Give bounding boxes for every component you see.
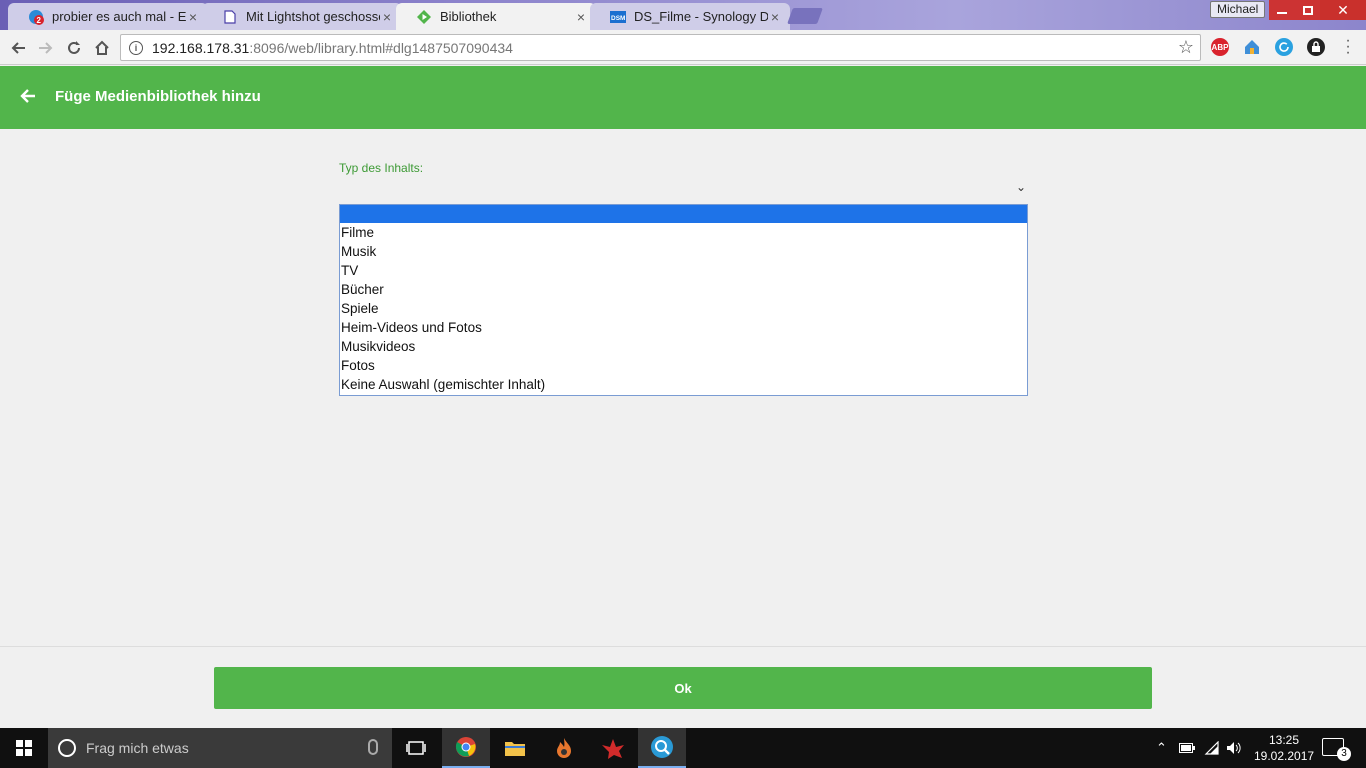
svg-text:DSM: DSM xyxy=(611,15,625,22)
content-type-options[interactable]: Filme Musik TV Bücher Spiele Heim-Videos… xyxy=(339,204,1028,396)
option-heim-videos[interactable]: Heim-Videos und Fotos xyxy=(340,318,1027,337)
start-button[interactable] xyxy=(0,728,48,768)
option-musik[interactable]: Musik xyxy=(340,242,1027,261)
maximize-button[interactable] xyxy=(1295,0,1321,20)
browser-toolbar: i 192.168.178.31:8096/web/library.html#d… xyxy=(0,30,1366,65)
lock-extension-icon[interactable] xyxy=(1307,38,1325,56)
reload-icon xyxy=(68,41,80,54)
home-icon xyxy=(95,40,109,55)
browser-tab-2[interactable]: Mit Lightshot geschossen × xyxy=(202,3,402,30)
home-button[interactable] xyxy=(91,37,113,59)
windows-taskbar: Frag mich etwas ⌃ 13:25 19.02.2017 3 xyxy=(0,728,1366,768)
emby-forum-icon: 2 xyxy=(28,9,44,25)
arrow-left-icon xyxy=(20,89,35,103)
clock-time: 13:25 xyxy=(1268,733,1300,747)
red-creature-icon xyxy=(602,739,624,759)
minimize-button[interactable] xyxy=(1269,0,1295,20)
chrome-icon xyxy=(455,737,476,757)
option-tv[interactable]: TV xyxy=(340,261,1027,280)
tray-chevron-up-icon[interactable]: ⌃ xyxy=(1156,728,1167,768)
back-arrow-button[interactable] xyxy=(18,86,40,108)
browser-tab-title: Mit Lightshot geschossen xyxy=(246,9,380,24)
url-path: :8096/web/library.html#dlg1487507090434 xyxy=(249,39,513,56)
system-clock[interactable]: 13:25 19.02.2017 xyxy=(1254,732,1314,764)
new-tab-button[interactable] xyxy=(787,8,823,24)
app-red-button[interactable] xyxy=(589,728,637,768)
minimize-icon xyxy=(1277,12,1287,14)
browser-menu-icon[interactable]: · · · xyxy=(1341,33,1355,61)
folder-icon xyxy=(505,742,525,756)
ok-button[interactable]: Ok xyxy=(214,667,1152,709)
clock-date: 19.02.2017 xyxy=(1254,749,1315,763)
app-search-button[interactable] xyxy=(638,728,686,768)
address-bar[interactable]: i 192.168.178.31:8096/web/library.html#d… xyxy=(120,34,1201,61)
tab-close-icon[interactable]: × xyxy=(380,9,394,25)
arrow-right-icon xyxy=(39,42,53,54)
emby-play-icon xyxy=(416,9,432,25)
app-flame-button[interactable] xyxy=(540,728,588,768)
dsm-icon: DSM xyxy=(610,9,626,25)
browser-tab-title: DS_Filme - Synology Disk xyxy=(634,9,768,24)
option-empty[interactable] xyxy=(340,205,1027,223)
restore-icon xyxy=(1303,5,1313,15)
volume-icon[interactable] xyxy=(1226,728,1242,768)
home-extension-icon[interactable] xyxy=(1243,38,1261,56)
document-icon xyxy=(222,9,238,25)
content-type-label: Typ des Inhalts: xyxy=(339,161,424,175)
tab-close-icon[interactable]: × xyxy=(186,9,200,25)
battery-icon[interactable] xyxy=(1179,728,1195,768)
cortana-search-box[interactable]: Frag mich etwas xyxy=(48,728,392,768)
content-type-select[interactable]: ⌄ xyxy=(339,180,1028,202)
browser-tabstrip: 2 probier es auch mal - Em × Mit Lightsh… xyxy=(0,0,1366,30)
refresh-extension-icon[interactable] xyxy=(1275,38,1293,56)
notification-count-badge: 3 xyxy=(1337,747,1351,761)
back-button[interactable] xyxy=(7,37,29,59)
tab-close-icon[interactable]: × xyxy=(768,9,782,25)
option-buecher[interactable]: Bücher xyxy=(340,280,1027,299)
magnifier-app-icon xyxy=(651,736,673,758)
microphone-icon[interactable] xyxy=(368,739,378,755)
url-host: 192.168.178.31 xyxy=(152,39,250,56)
option-fotos[interactable]: Fotos xyxy=(340,356,1027,375)
option-keine-auswahl[interactable]: Keine Auswahl (gemischter Inhalt) xyxy=(340,375,1027,394)
search-placeholder: Frag mich etwas xyxy=(86,740,189,756)
close-window-button[interactable]: ✕ xyxy=(1320,0,1366,20)
info-icon[interactable]: i xyxy=(129,40,143,55)
option-spiele[interactable]: Spiele xyxy=(340,299,1027,318)
forward-button[interactable] xyxy=(35,37,57,59)
task-view-button[interactable] xyxy=(392,728,440,768)
task-view-icon xyxy=(406,741,426,755)
bookmark-star-icon[interactable]: ☆ xyxy=(1178,37,1194,58)
browser-tab-4[interactable]: DSM DS_Filme - Synology Disk × xyxy=(590,3,790,30)
footer-divider xyxy=(0,646,1366,647)
svg-text:2: 2 xyxy=(37,16,42,25)
arrow-left-icon xyxy=(11,42,25,54)
browser-tab-3-active[interactable]: Bibliothek × xyxy=(396,3,596,30)
wifi-icon[interactable] xyxy=(1204,728,1220,768)
chrome-taskbar-button[interactable] xyxy=(442,728,490,768)
adblock-icon[interactable]: ABP xyxy=(1211,38,1229,56)
option-filme[interactable]: Filme xyxy=(340,223,1027,242)
app-header: Füge Medienbibliothek hinzu xyxy=(0,66,1366,129)
profile-button[interactable]: Michael xyxy=(1210,1,1266,18)
browser-tab-title: Bibliothek xyxy=(440,9,497,24)
browser-tab-title: probier es auch mal - Em xyxy=(52,9,186,24)
chevron-down-icon: ⌄ xyxy=(1015,180,1026,194)
browser-tab-1[interactable]: 2 probier es auch mal - Em × xyxy=(8,3,208,30)
tab-close-icon[interactable]: × xyxy=(574,9,588,25)
flame-app-icon xyxy=(557,738,571,758)
windows-logo-icon xyxy=(16,740,32,756)
close-icon: ✕ xyxy=(1337,1,1349,18)
notification-center-icon[interactable]: 3 xyxy=(1322,738,1351,761)
page-title: Füge Medienbibliothek hinzu xyxy=(55,88,261,105)
cortana-icon xyxy=(58,739,76,757)
reload-button[interactable] xyxy=(63,37,85,59)
option-musikvideos[interactable]: Musikvideos xyxy=(340,337,1027,356)
file-explorer-button[interactable] xyxy=(491,728,539,768)
